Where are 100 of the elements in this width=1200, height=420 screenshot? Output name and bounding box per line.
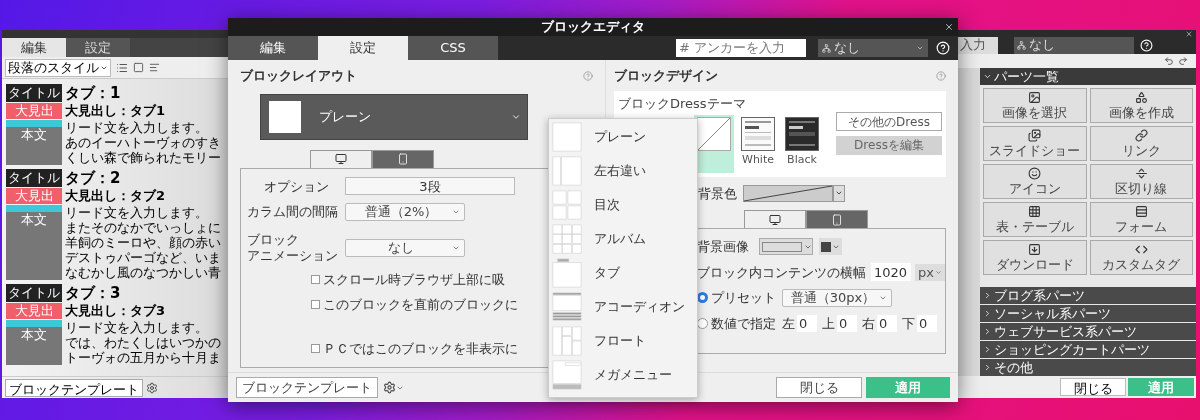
part-button[interactable]: アイコン xyxy=(983,164,1087,199)
body-tag: 本文 xyxy=(6,327,62,365)
pattern-dropdown[interactable] xyxy=(819,238,842,256)
option-field[interactable]: 3段 xyxy=(345,177,515,196)
parts-header[interactable]: パーツ一覧 xyxy=(980,68,1196,85)
target-dropdown[interactable]: なし xyxy=(1014,36,1134,54)
close-button[interactable]: 閉じる xyxy=(776,377,862,398)
part-button[interactable]: ダウンロード xyxy=(983,240,1087,275)
margin-field[interactable]: 0 xyxy=(797,314,817,332)
body-tag: 本文 xyxy=(6,212,62,280)
margin-field[interactable]: 0 xyxy=(877,314,897,332)
close-icon[interactable] xyxy=(944,22,954,32)
field-label: 右 xyxy=(862,314,875,333)
tab[interactable]: CSS xyxy=(408,36,498,60)
tab[interactable]: 設定 xyxy=(66,38,130,57)
device-tab[interactable] xyxy=(372,149,434,168)
settings-icon[interactable] xyxy=(146,381,158,394)
layout-option[interactable]: 目次 xyxy=(552,189,694,221)
part-icon xyxy=(1028,167,1042,180)
close-icon[interactable] xyxy=(1185,30,1193,38)
animation-dropdown[interactable]: なし xyxy=(345,238,465,257)
parts-section[interactable]: ブログ系パーツ xyxy=(980,287,1196,304)
body-text-line: デストゥパーゴなど、いま xyxy=(65,250,221,265)
body-text-line: くしい森で飾られたモリー xyxy=(65,150,221,165)
anchor-field[interactable]: # アンカーを入力 xyxy=(676,39,806,57)
image-dropdown[interactable] xyxy=(759,238,813,256)
theme-option[interactable]: Black xyxy=(782,115,822,173)
layout-option[interactable]: アルバム xyxy=(552,223,694,255)
checkbox[interactable] xyxy=(311,274,320,284)
title-tag: タイトル xyxy=(6,284,62,302)
color-dropdown[interactable] xyxy=(743,184,845,202)
no-color-icon xyxy=(743,184,833,202)
radio-label: 数値で指定 xyxy=(711,314,777,333)
checkbox[interactable] xyxy=(311,343,320,353)
field-label: ブロック xyxy=(247,231,300,248)
part-button[interactable]: 表・テーブル xyxy=(983,202,1087,237)
anchor-field[interactable]: 入力 xyxy=(958,36,998,54)
body-text-line: 羊飼のミーロや、顔の赤い xyxy=(65,235,221,250)
part-button[interactable]: 画像を選択 xyxy=(983,88,1087,123)
close-button[interactable]: 閉じる xyxy=(1060,378,1126,396)
undo-icon[interactable] xyxy=(1164,56,1174,66)
list-icon[interactable] xyxy=(116,61,128,74)
layout-option[interactable]: メガメニュー xyxy=(552,359,694,391)
smartphone-icon xyxy=(831,213,843,226)
target-dropdown[interactable]: なし xyxy=(818,39,928,57)
other-dress-button[interactable]: その他のDress xyxy=(836,111,942,131)
layout-option[interactable]: フロート xyxy=(552,325,694,357)
tab[interactable]: 設定 xyxy=(318,36,408,60)
body-text-line: リード文を入力します。 xyxy=(65,320,209,335)
image-tag-icon xyxy=(6,320,62,327)
theme-option[interactable]: White xyxy=(738,115,778,173)
redo-icon[interactable] xyxy=(1178,56,1188,66)
unit-dropdown[interactable]: px xyxy=(915,263,945,281)
title-tag: タイトル xyxy=(6,169,62,187)
block-heading: 大見出し：タブ2 xyxy=(65,188,166,204)
monitor-icon xyxy=(335,153,347,165)
part-button[interactable]: フォーム xyxy=(1089,202,1193,237)
tab[interactable]: 編集 xyxy=(2,38,66,57)
gap-dropdown[interactable]: 普通（2%） xyxy=(345,202,465,221)
part-button[interactable]: スライドショー xyxy=(983,126,1087,161)
layout-option[interactable]: アコーディオン xyxy=(552,291,694,323)
part-button[interactable]: 画像を作成 xyxy=(1089,88,1193,123)
settings-icon[interactable] xyxy=(383,381,396,394)
window-title: ブロックエディタ xyxy=(541,18,645,36)
layout-option[interactable]: プレーン xyxy=(552,121,694,153)
layout-option[interactable]: タブ xyxy=(552,257,694,289)
align-icon[interactable] xyxy=(149,62,160,73)
theme-label: White xyxy=(742,152,774,168)
style-dropdown[interactable]: 段落のスタイル xyxy=(5,58,111,77)
template-button[interactable]: ブロックテンプレート xyxy=(5,378,143,397)
parts-section[interactable]: ショッピングカートパーツ xyxy=(980,341,1196,358)
body-text-line: またそのなかでいっしょに xyxy=(65,220,221,235)
parts-section[interactable]: ソーシャル系パーツ xyxy=(980,305,1196,322)
checkbox[interactable] xyxy=(311,300,320,310)
part-icon xyxy=(1028,129,1042,142)
part-button[interactable]: 区切り線 xyxy=(1089,164,1193,199)
margin-field[interactable]: 0 xyxy=(837,314,857,332)
template-button[interactable]: ブロックテンプレート xyxy=(236,377,378,398)
layout-option[interactable]: 左右違い xyxy=(552,155,694,187)
layout-select[interactable]: プレーン xyxy=(260,93,528,140)
tree-icon xyxy=(1017,40,1026,50)
preset-dropdown[interactable]: 普通（30px） xyxy=(782,288,892,307)
box-icon[interactable] xyxy=(133,62,144,73)
smartphone-icon xyxy=(397,153,409,165)
parts-section[interactable]: その他 xyxy=(980,359,1196,376)
tab[interactable]: 編集 xyxy=(228,36,318,60)
device-tab[interactable] xyxy=(310,149,372,168)
theme-label: Black xyxy=(787,152,817,168)
part-button[interactable]: カスタムタグ xyxy=(1089,240,1193,275)
width-field[interactable]: 1020 xyxy=(871,263,911,282)
body-tag: 本文 xyxy=(6,127,62,165)
margin-field[interactable]: 0 xyxy=(917,314,937,332)
parts-section[interactable]: ウェブサービス系パーツ xyxy=(980,323,1196,340)
field-label: 背景画像 xyxy=(697,238,750,256)
body-text-line: トーヴォの五月から十月ま xyxy=(65,350,221,365)
theme-option[interactable] xyxy=(694,115,734,173)
device-tab[interactable] xyxy=(806,210,868,228)
device-tab[interactable] xyxy=(744,210,806,228)
checkbox-label: スクロール時ブラウザ上部に吸 xyxy=(323,270,505,289)
part-button[interactable]: リンク xyxy=(1089,126,1193,161)
